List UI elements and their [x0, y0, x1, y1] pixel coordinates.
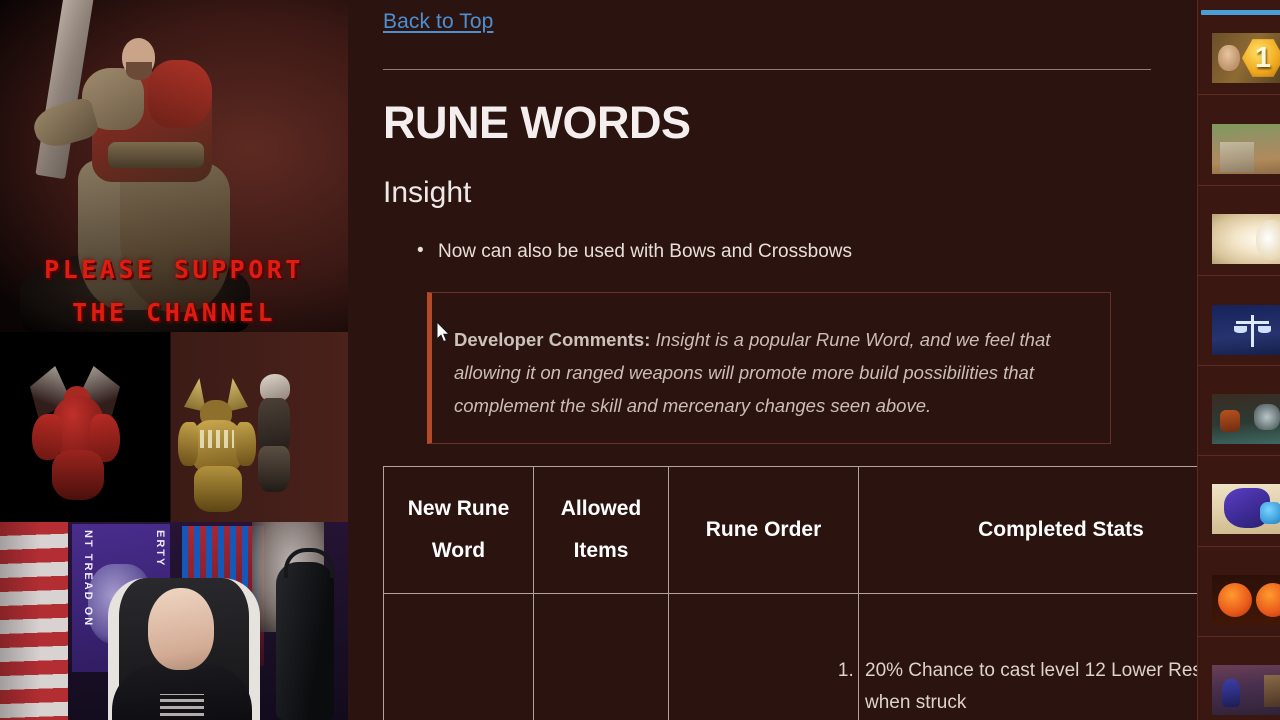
sidebar-thumbnail-2[interactable]	[1212, 124, 1280, 174]
progress-bar[interactable]	[1201, 10, 1280, 15]
page-title: RUNE WORDS	[383, 97, 691, 148]
character-shoulder-right	[148, 60, 212, 128]
list-item: Now can also be used with Bows and Cross…	[411, 237, 1151, 266]
demon-arm-left	[178, 422, 198, 466]
sidebar-thumbnail-5[interactable]	[1212, 394, 1280, 444]
divider	[1198, 275, 1280, 276]
fallen-sprite	[248, 374, 300, 494]
demon-arm-left	[32, 414, 62, 460]
column-header-allowed-items: Allowed Items	[533, 466, 669, 594]
sidebar-thumbnail-4[interactable]	[1212, 305, 1280, 355]
divider	[1198, 365, 1280, 366]
back-to-top-link[interactable]: Back to Top	[383, 10, 493, 34]
pumpkin-icon	[1218, 583, 1252, 617]
demon-sprites-overlay	[0, 332, 348, 522]
demon-legs	[52, 450, 104, 500]
divider	[1198, 455, 1280, 456]
change-bullet-list: Now can also be used with Bows and Cross…	[411, 237, 1151, 266]
table-header-row: New Rune Word Allowed Items Rune Order C…	[383, 466, 1197, 594]
demon-ribs	[200, 430, 234, 448]
divider	[1198, 94, 1280, 95]
american-flag	[0, 522, 68, 720]
rune-words-table: New Rune Word Allowed Items Rune Order C…	[383, 466, 1197, 720]
fallen-legs	[258, 446, 290, 492]
fallen-body	[258, 398, 290, 452]
rank-badge-icon: 1	[1242, 39, 1280, 77]
balance-scales-icon	[1234, 313, 1271, 347]
developer-comments-text: Developer Comments: Insight is a popular…	[454, 323, 1094, 422]
cell-rune-order	[668, 593, 859, 720]
pumpkin-icon	[1256, 583, 1280, 617]
support-channel-overlay-text: PLEASE SUPPORT THE CHANNEL	[0, 248, 348, 332]
gem-icon	[1260, 502, 1280, 524]
divider	[1198, 636, 1280, 637]
sidebar-thumbnail-3[interactable]	[1212, 214, 1280, 264]
sidebar-thumbnail-7[interactable]	[1212, 575, 1280, 625]
cell-completed-stats: 20% Chance to cast level 12 Lower Resist…	[858, 593, 1197, 720]
character-beard	[126, 62, 152, 80]
character-belt	[108, 142, 204, 168]
developer-comments-label: Developer Comments:	[454, 329, 651, 350]
horizontal-divider	[383, 69, 1151, 70]
shirt-graphic	[160, 694, 204, 716]
red-demon-sprite	[28, 366, 124, 502]
thumbnail-face	[1218, 45, 1240, 71]
support-line-2: THE CHANNEL	[71, 298, 277, 327]
rune-word-name-heading: Insight	[383, 176, 472, 209]
divider	[1198, 546, 1280, 547]
table-row: 20% Chance to cast level 12 Lower Resist…	[383, 593, 1197, 720]
sidebar-thumbnail-1[interactable]: 1	[1212, 33, 1280, 83]
cell-new-rune-word	[383, 593, 534, 720]
article-content: Back to Top RUNE WORDS Insight Now can a…	[383, 0, 1197, 720]
webcam-feed: NT TREAD ON ERTY	[0, 522, 348, 720]
column-header-rune-order: Rune Order	[668, 466, 859, 594]
banner-text-left: NT TREAD ON	[82, 530, 94, 628]
microphone-icon	[276, 548, 334, 720]
developer-comments-callout: Developer Comments: Insight is a popular…	[427, 292, 1111, 444]
support-line-1: PLEASE SUPPORT	[44, 255, 304, 284]
streamer-head	[148, 588, 214, 670]
completed-stats-list: 20% Chance to cast level 12 Lower Resist…	[859, 655, 1197, 720]
column-header-new-rune-word: New Rune Word	[383, 466, 534, 594]
sidebar-thumbnail-8[interactable]	[1212, 665, 1280, 715]
stream-screen: Back to Top RUNE WORDS Insight Now can a…	[0, 0, 1280, 720]
demon-legs	[194, 466, 242, 512]
column-header-completed-stats: Completed Stats	[858, 466, 1197, 594]
video-sidebar[interactable]: 1	[1197, 0, 1280, 720]
barbarian-artwork: PLEASE SUPPORT THE CHANNEL	[0, 0, 348, 332]
banner-text-right: ERTY	[154, 530, 166, 568]
cell-allowed-items	[533, 593, 669, 720]
list-item: 20% Chance to cast level 12 Lower Resist…	[859, 655, 1197, 719]
stream-overlay-panel: PLEASE SUPPORT THE CHANNEL NT TREAD ON E…	[0, 0, 350, 720]
sidebar-thumbnail-6[interactable]	[1212, 484, 1280, 534]
divider	[1198, 185, 1280, 186]
